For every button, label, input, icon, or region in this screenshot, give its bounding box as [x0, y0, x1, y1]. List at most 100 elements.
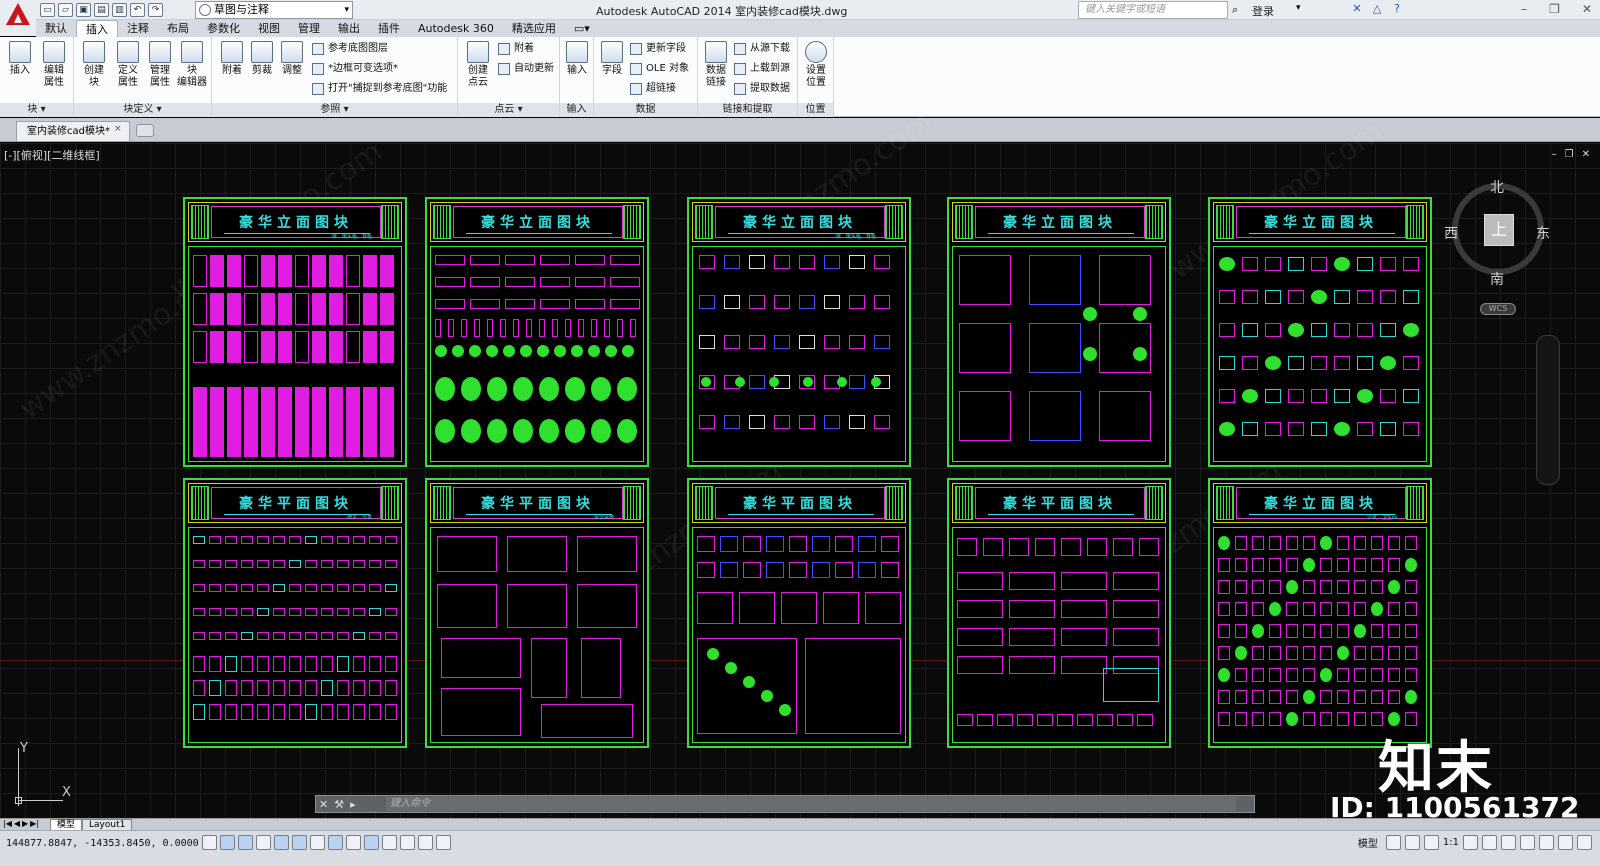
- restore-icon[interactable]: ❐: [1549, 2, 1560, 16]
- wrench-icon[interactable]: ⚒: [334, 798, 344, 811]
- data-link-button[interactable]: 数据 链接: [700, 41, 732, 89]
- quick-properties-icon[interactable]: [418, 835, 433, 850]
- redo-icon[interactable]: ↷: [148, 3, 163, 17]
- tab-manage[interactable]: 管理: [289, 20, 329, 37]
- model-space-toggle[interactable]: 模型: [1358, 835, 1378, 850]
- hyperlink-button[interactable]: 超链接: [630, 81, 676, 97]
- wcs-menu[interactable]: WCS: [1480, 303, 1516, 315]
- dynamic-ucs-icon[interactable]: [346, 835, 361, 850]
- update-fields-button[interactable]: 更新字段: [630, 41, 686, 57]
- search-input[interactable]: 键入关键字或短语: [1078, 1, 1228, 19]
- tab-autodesk360[interactable]: Autodesk 360: [409, 20, 503, 37]
- manage-attributes-button[interactable]: 管理 属性: [144, 41, 176, 89]
- open-icon[interactable]: ▱: [58, 3, 73, 17]
- block-sheet[interactable]: 豪华立面图块: [1208, 197, 1432, 467]
- compass-north[interactable]: 北: [1490, 177, 1504, 197]
- hardware-acceleration-icon[interactable]: [1539, 835, 1554, 850]
- undo-icon[interactable]: ↶: [130, 3, 145, 17]
- attach-button[interactable]: 附着: [216, 41, 248, 77]
- tab-output[interactable]: 输出: [329, 20, 369, 37]
- tab-parametric[interactable]: 参数化: [198, 20, 249, 37]
- compass-west[interactable]: 西: [1444, 223, 1458, 243]
- lineweight-icon[interactable]: [382, 835, 397, 850]
- quick-view-drawings-icon[interactable]: [1404, 835, 1420, 850]
- navigation-bar[interactable]: [1536, 335, 1560, 485]
- close-icon[interactable]: ✕: [1582, 2, 1592, 16]
- object-snap-tracking-icon[interactable]: [328, 835, 343, 850]
- panel-title-reference[interactable]: 参照 ▾: [212, 103, 457, 117]
- last-layout-icon[interactable]: ▶|: [30, 819, 39, 828]
- auto-scale-icon[interactable]: [1482, 835, 1497, 850]
- pc-attach-button[interactable]: 附着: [498, 41, 534, 57]
- restore-icon[interactable]: ❐: [1565, 149, 1574, 160]
- create-point-cloud-button[interactable]: 创建 点云: [462, 41, 494, 89]
- block-sheet[interactable]: 豪华立面图块 床、床头柜、背柜: [687, 197, 911, 467]
- selection-cycling-icon[interactable]: [436, 835, 451, 850]
- new-icon[interactable]: ▭: [40, 3, 55, 17]
- block-sheet[interactable]: 豪华平面图块 会议桌椅: [425, 478, 649, 748]
- tab-insert[interactable]: 插入: [76, 20, 118, 37]
- close-icon[interactable]: ✕: [319, 798, 328, 811]
- close-icon[interactable]: ✕: [1582, 149, 1590, 160]
- close-icon[interactable]: ×: [114, 124, 122, 134]
- download-from-source-button[interactable]: 从源下载: [734, 41, 790, 57]
- save-as-icon[interactable]: ▤: [94, 3, 109, 17]
- annotation-scale-icon[interactable]: [1423, 835, 1439, 850]
- compass-south[interactable]: 南: [1490, 269, 1504, 289]
- lock-icon[interactable]: [1520, 835, 1535, 850]
- save-icon[interactable]: ▣: [76, 3, 91, 17]
- adjust-button[interactable]: 调整: [276, 41, 308, 77]
- help-icon[interactable]: ?: [1390, 2, 1404, 16]
- command-history-icon[interactable]: ▸: [350, 798, 356, 811]
- autocad-logo-button[interactable]: [0, 0, 36, 36]
- annotation-scale[interactable]: 1:1: [1443, 837, 1459, 848]
- object-snap-icon[interactable]: [292, 835, 307, 850]
- frame-variable-dropdown[interactable]: *边框可变选项*: [312, 61, 398, 77]
- clean-screen-icon[interactable]: [1577, 835, 1592, 850]
- workspace-dropdown[interactable]: 草图与注释 ▾: [195, 1, 353, 19]
- document-tab[interactable]: 室内装修cad模块*: [16, 121, 130, 141]
- print-icon[interactable]: ▥: [112, 3, 127, 17]
- edit-attributes-button[interactable]: 编辑 属性: [38, 41, 70, 89]
- import-button[interactable]: 输入: [561, 41, 593, 77]
- block-sheet[interactable]: 豪华平面图块: [687, 478, 911, 748]
- next-layout-icon[interactable]: ▶: [22, 819, 28, 828]
- block-sheet[interactable]: 豪华立面图块 床、床头柜、背柜: [183, 197, 407, 467]
- quick-view-layouts-icon[interactable]: [1385, 835, 1401, 850]
- login-link[interactable]: 登录: [1252, 3, 1274, 19]
- tab-featured-apps[interactable]: 精选应用: [503, 20, 565, 37]
- clip-button[interactable]: 剪裁: [246, 41, 278, 77]
- extract-data-button[interactable]: 提取数据: [734, 81, 790, 97]
- underlay-layers-button[interactable]: 参考底图图层: [312, 41, 388, 57]
- auto-update-button[interactable]: 自动更新: [498, 61, 554, 77]
- minimize-icon[interactable]: –: [1552, 149, 1557, 160]
- minimize-icon[interactable]: –: [1521, 2, 1527, 16]
- panel-title-block[interactable]: 块 ▾: [0, 103, 73, 117]
- first-layout-icon[interactable]: |◀: [3, 819, 12, 828]
- chevron-down-icon[interactable]: ▾: [1296, 3, 1301, 13]
- block-sheet[interactable]: 豪华立面图块: [425, 197, 649, 467]
- block-sheet[interactable]: 豪华立面图块 沙发、卫生间: [1208, 478, 1432, 748]
- drawing-viewport[interactable]: [-][俯视][二维线框] – ❐ ✕ www.znzmo.com www.zn…: [0, 104, 1600, 824]
- ole-object-button[interactable]: OLE 对象: [630, 61, 689, 77]
- polar-tracking-icon[interactable]: [274, 835, 289, 850]
- new-tab-button[interactable]: [136, 124, 154, 137]
- prev-layout-icon[interactable]: ◀: [14, 819, 20, 828]
- tab-default[interactable]: 默认: [36, 20, 76, 37]
- tab-plugins[interactable]: 插件: [369, 20, 409, 37]
- coordinate-readout[interactable]: 144877.8847, -14353.8450, 0.0000: [6, 838, 199, 849]
- transparency-icon[interactable]: [400, 835, 415, 850]
- compass-east[interactable]: 东: [1536, 223, 1550, 243]
- insert-button[interactable]: 插入: [4, 41, 36, 77]
- ortho-mode-icon[interactable]: [256, 835, 271, 850]
- field-button[interactable]: 字段: [596, 41, 628, 77]
- workspace-switching-icon[interactable]: [1501, 835, 1516, 850]
- viewcube-top-face[interactable]: 上: [1484, 214, 1514, 246]
- snap-mode-icon[interactable]: [220, 835, 235, 850]
- block-editor-button[interactable]: 块 编辑器: [176, 41, 208, 89]
- snap-underlay-button[interactable]: 打开"捕捉到参考底图"功能: [312, 81, 447, 97]
- create-block-button[interactable]: 创建 块: [78, 41, 110, 89]
- tab-view[interactable]: 视图: [249, 20, 289, 37]
- block-sheet[interactable]: 豪华立面图块: [947, 197, 1171, 467]
- command-input[interactable]: 键入命令: [386, 797, 1236, 811]
